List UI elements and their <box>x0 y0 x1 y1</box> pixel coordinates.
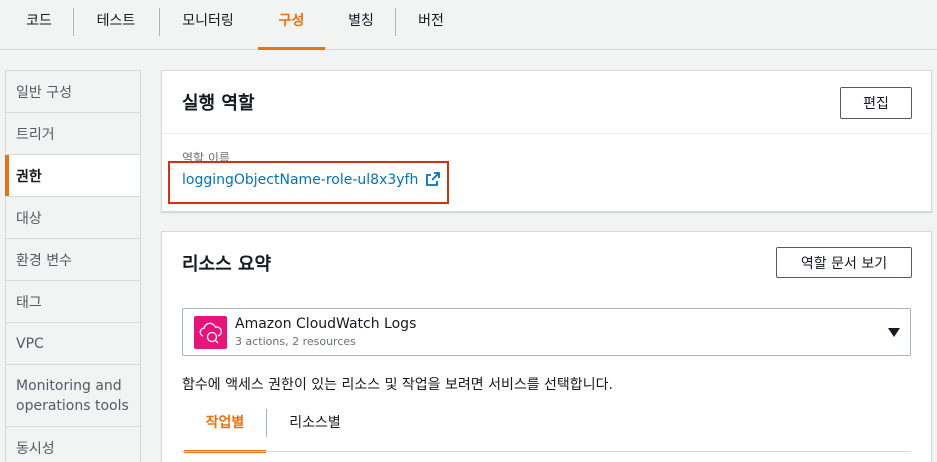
cloudwatch-logs-icon <box>194 316 227 349</box>
tab-aliases[interactable]: 별칭 <box>329 0 393 50</box>
tab-label: 버전 <box>418 13 444 29</box>
sidebar-item-vpc[interactable]: VPC <box>6 323 140 365</box>
resource-summary-title: 리소스 요약 <box>182 254 272 275</box>
subtab-by-resource[interactable]: 리소스별 <box>268 409 362 453</box>
tab-separator <box>73 8 74 36</box>
service-select[interactable]: Amazon CloudWatch Logs 3 actions, 2 reso… <box>182 308 911 356</box>
service-description: 3 actions, 2 resources <box>235 335 356 348</box>
highlight-box <box>168 161 449 204</box>
sidebar-item-label: 태그 <box>16 294 42 311</box>
tab-configuration[interactable]: 구성 <box>258 0 325 50</box>
service-help-text: 함수에 액세스 권한이 있는 리소스 및 작업을 보려면 서비스를 선택합니다. <box>182 377 613 393</box>
subtab-separator <box>266 409 267 437</box>
tab-label: 코드 <box>26 13 52 29</box>
edit-button[interactable]: 편집 <box>840 87 912 119</box>
tab-test[interactable]: 테스트 <box>76 0 156 50</box>
tab-separator <box>159 8 160 36</box>
sidebar-item-label: 트리거 <box>16 126 55 143</box>
sidebar-item-triggers[interactable]: 트리거 <box>6 113 140 155</box>
tab-monitoring[interactable]: 모니터링 <box>162 0 254 50</box>
sidebar-item-label: 동시성 <box>16 440 55 457</box>
sidebar-item-label: VPC <box>16 335 44 352</box>
sidebar-item-tags[interactable]: 태그 <box>6 281 140 323</box>
sidebar-item-label: 대상 <box>16 210 42 227</box>
sidebar-item-permissions[interactable]: 권한 <box>5 155 140 197</box>
sidebar-item-monitoring-tools[interactable]: Monitoring and operations tools <box>6 365 140 427</box>
view-role-document-button[interactable]: 역할 문서 보기 <box>776 247 912 278</box>
caret-down-icon <box>888 328 900 337</box>
subtab-underline <box>182 451 911 452</box>
tab-label: 별칭 <box>348 13 374 29</box>
tab-versions[interactable]: 버전 <box>398 0 464 50</box>
sidebar-item-label: 권한 <box>16 168 42 185</box>
sidebar-item-concurrency[interactable]: 동시성 <box>6 427 140 462</box>
subtab-label: 리소스별 <box>289 415 341 431</box>
panel-divider <box>162 133 931 134</box>
tab-bar: 코드 테스트 모니터링 구성 별칭 버전 <box>0 0 937 50</box>
tab-separator <box>395 8 396 36</box>
sidebar-item-label: Monitoring and operations tools <box>16 377 129 414</box>
sidebar-item-label: 일반 구성 <box>16 84 72 101</box>
sidebar-item-general[interactable]: 일반 구성 <box>6 71 140 113</box>
subtab-label: 작업별 <box>205 415 245 431</box>
sidebar-item-destinations[interactable]: 대상 <box>6 197 140 239</box>
execution-role-title: 실행 역할 <box>182 93 255 114</box>
subtab-by-action[interactable]: 작업별 <box>184 409 266 453</box>
sidebar-item-env-vars[interactable]: 환경 변수 <box>6 239 140 281</box>
tab-code[interactable]: 코드 <box>8 0 70 50</box>
sidebar-item-label: 환경 변수 <box>16 252 72 269</box>
config-sidebar: 일반 구성 트리거 권한 대상 환경 변수 태그 VPC Monitoring … <box>5 70 141 462</box>
tab-label: 테스트 <box>96 13 136 29</box>
tab-label: 구성 <box>278 13 305 29</box>
service-name: Amazon CloudWatch Logs <box>235 316 417 332</box>
execution-role-panel: 실행 역할 편집 역할 이름 loggingObjectName-role-ul… <box>161 70 932 212</box>
active-tab-indicator <box>258 47 325 50</box>
resource-summary-panel: 리소스 요약 역할 문서 보기 Amazon CloudWatch Logs 3… <box>161 231 932 462</box>
tab-label: 모니터링 <box>182 13 234 29</box>
